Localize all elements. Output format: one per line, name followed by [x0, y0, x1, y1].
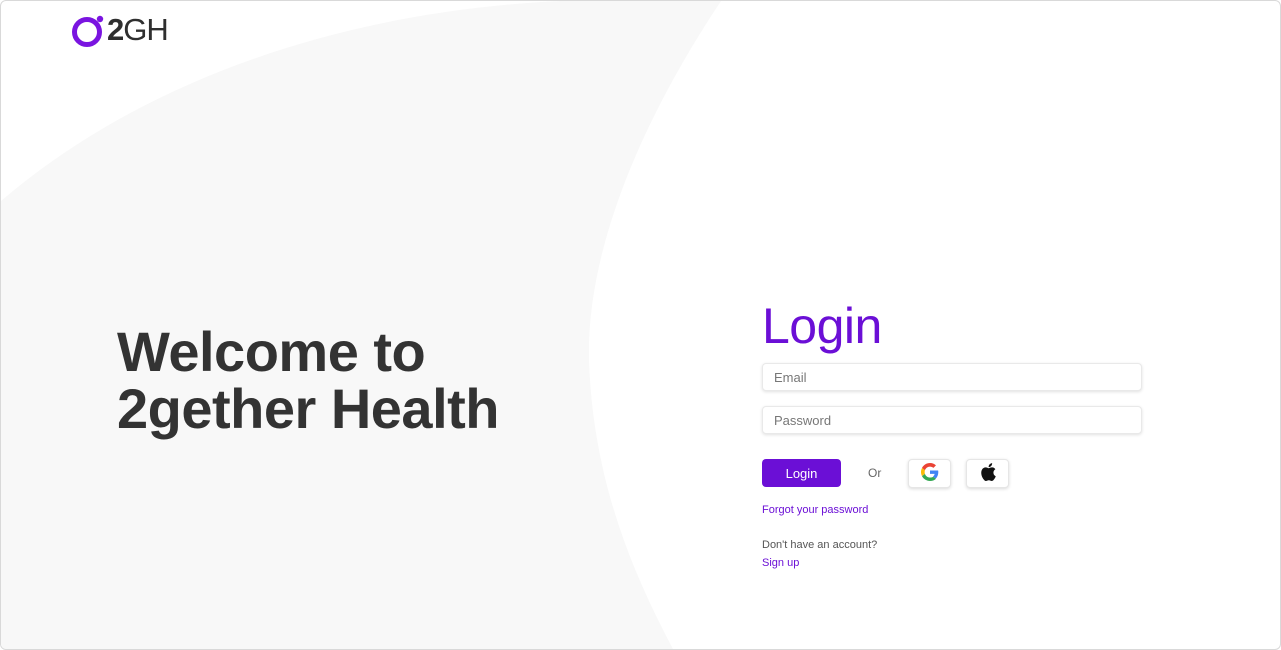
- google-signin-button[interactable]: [908, 458, 952, 488]
- email-field[interactable]: [762, 363, 1142, 391]
- forgot-password-row: Forgot your password: [762, 500, 1144, 518]
- login-button[interactable]: Login: [762, 459, 841, 487]
- page-frame: 2GH Welcome to 2gether Health Login Logi…: [0, 0, 1281, 650]
- login-actions-row: Login Or: [762, 458, 1144, 488]
- logo-bold-text: 2: [107, 12, 124, 47]
- password-field[interactable]: [762, 406, 1142, 434]
- hero-line-1: Welcome to: [117, 320, 426, 383]
- brand-logo[interactable]: 2GH: [71, 12, 169, 47]
- signup-block: Don't have an account? Sign up: [762, 538, 1144, 571]
- hero-heading: Welcome to 2gether Health: [117, 323, 637, 437]
- no-account-text: Don't have an account?: [762, 539, 878, 551]
- logo-wordmark: 2GH: [107, 12, 169, 47]
- login-panel: Login Login Or: [762, 297, 1144, 571]
- logo-light-text: GH: [123, 12, 168, 47]
- sign-up-link[interactable]: Sign up: [762, 557, 799, 569]
- forgot-password-link[interactable]: Forgot your password: [762, 504, 868, 516]
- google-icon: [920, 462, 939, 484]
- hero-line-2: 2gether Health: [117, 377, 500, 440]
- apple-signin-button[interactable]: [966, 458, 1010, 488]
- login-title: Login: [762, 298, 882, 354]
- apple-icon: [979, 462, 997, 485]
- ring-logo-icon: [71, 14, 104, 47]
- or-separator: Or: [868, 466, 882, 480]
